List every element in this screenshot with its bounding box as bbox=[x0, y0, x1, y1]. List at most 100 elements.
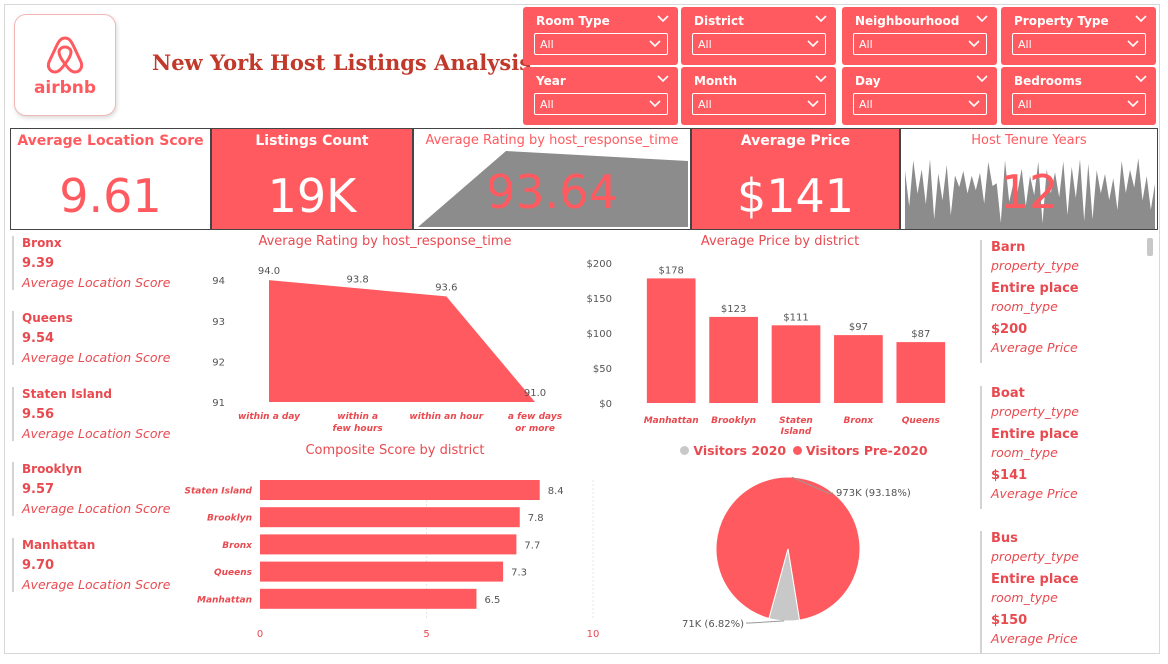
y-category-label: Brooklyn bbox=[207, 514, 252, 524]
x-category-label: few hours bbox=[333, 424, 384, 434]
kpi-location-score: Average Location Score 9.61 bbox=[10, 128, 211, 230]
location-district-name: Staten Island bbox=[22, 387, 113, 401]
location-score-label: Average Location Score bbox=[22, 350, 171, 365]
property-list-scrollbar[interactable] bbox=[1147, 238, 1153, 256]
room-type-value: Entire place bbox=[991, 281, 1079, 296]
location-score-value: 9.56 bbox=[22, 407, 55, 422]
slicer-property-type-value: All bbox=[1018, 38, 1032, 51]
rating-data-label: 91.0 bbox=[524, 388, 546, 399]
property-card: Bus property_type Entire place room_type $15… bbox=[980, 531, 1145, 654]
kpi-average-rating: Average Rating by host_response_time 93.… bbox=[413, 128, 691, 230]
location-card: Staten Island 9.56 Average Location Score bbox=[12, 387, 202, 441]
price-bar bbox=[646, 278, 696, 403]
chevron-down-icon[interactable] bbox=[656, 73, 670, 85]
price-data-label: $87 bbox=[911, 329, 930, 340]
slicer-property-type-dropdown[interactable]: All bbox=[1012, 33, 1146, 55]
x-category-label: Staten bbox=[779, 416, 813, 426]
y-category-label: Bronx bbox=[222, 541, 253, 551]
y-tick-label: $0 bbox=[599, 399, 612, 410]
slicer-room-type-value: All bbox=[540, 38, 554, 51]
price-data-label: $111 bbox=[783, 312, 808, 323]
legend-dot-2020 bbox=[680, 446, 689, 455]
x-tick-label: 10 bbox=[587, 629, 600, 640]
price-bar bbox=[709, 316, 758, 403]
kpi-listings-count-title: Listings Count bbox=[255, 133, 369, 149]
slicer-district[interactable]: District All bbox=[681, 7, 836, 65]
slicer-day[interactable]: Day All bbox=[842, 67, 997, 125]
x-category-label: within a bbox=[337, 412, 378, 422]
composite-bar bbox=[260, 534, 517, 555]
average-price-label: Average Price bbox=[991, 631, 1078, 646]
property-type-value: Barn bbox=[991, 240, 1026, 255]
y-tick-label: $100 bbox=[587, 329, 612, 340]
kpi-listings-count: Listings Count 19K bbox=[211, 128, 413, 230]
pie-data-label: 71K (6.82%) bbox=[682, 619, 744, 630]
slicer-bedrooms[interactable]: Bedrooms All bbox=[1001, 67, 1156, 125]
slicer-neighbourhood[interactable]: Neighbourhood All bbox=[842, 7, 997, 65]
slicer-neighbourhood-dropdown[interactable]: All bbox=[853, 33, 987, 55]
property-type-label: property_type bbox=[991, 404, 1079, 419]
slicer-room-type[interactable]: Room Type All bbox=[523, 7, 678, 65]
rating-data-label: 94.0 bbox=[258, 266, 280, 277]
slicer-room-type-dropdown[interactable]: All bbox=[534, 33, 668, 55]
slicer-month-label: Month bbox=[694, 74, 738, 88]
slicer-district-value: All bbox=[698, 38, 712, 51]
composite-data-label: 7.3 bbox=[511, 568, 527, 579]
location-score-label: Average Location Score bbox=[22, 501, 171, 516]
rating-chart-title: Average Rating by host_response_time bbox=[258, 234, 512, 249]
chevron-down-icon[interactable] bbox=[814, 73, 828, 85]
y-category-label: Queens bbox=[214, 568, 253, 578]
pie-leader-line bbox=[746, 620, 785, 624]
chevron-down-icon[interactable] bbox=[814, 13, 828, 25]
chevron-down-icon[interactable] bbox=[975, 13, 989, 25]
location-score-label: Average Location Score bbox=[22, 426, 171, 441]
slicer-day-dropdown[interactable]: All bbox=[853, 93, 987, 115]
kpi-average-rating-value: 93.64 bbox=[486, 165, 618, 219]
rating-area bbox=[269, 280, 535, 402]
legend-dot-pre2020 bbox=[792, 446, 802, 455]
slicer-year-dropdown[interactable]: All bbox=[534, 93, 668, 115]
composite-bar bbox=[260, 480, 540, 500]
chevron-down-icon[interactable] bbox=[1134, 13, 1148, 25]
page-title: New York Host Listings Analysis bbox=[152, 50, 532, 75]
slicer-property-type[interactable]: Property Type All bbox=[1001, 7, 1156, 65]
chevron-down-icon bbox=[807, 40, 819, 48]
slicer-day-label: Day bbox=[855, 74, 881, 88]
location-district-name: Bronx bbox=[22, 236, 62, 250]
y-tick-label: $50 bbox=[593, 364, 612, 375]
chevron-down-icon bbox=[968, 40, 980, 48]
composite-data-label: 7.8 bbox=[528, 513, 544, 524]
kpi-location-score-title: Average Location Score bbox=[17, 133, 204, 149]
slicer-bedrooms-dropdown[interactable]: All bbox=[1012, 93, 1146, 115]
chevron-down-icon bbox=[1127, 100, 1139, 108]
room-type-label: room_type bbox=[991, 299, 1058, 314]
rating-data-label: 93.6 bbox=[435, 282, 457, 293]
airbnb-logo: airbnb bbox=[14, 14, 116, 116]
property-type-label: property_type bbox=[991, 549, 1079, 564]
x-category-label: Bronx bbox=[844, 416, 875, 426]
price-by-district-chart: $0 $50 $100 $150 $200 $178 Manhattan $123 Brookl… bbox=[587, 259, 946, 437]
kpi-host-tenure: Host Tenure Years 12 bbox=[900, 128, 1158, 230]
location-score-value: 9.54 bbox=[22, 331, 55, 346]
slicer-year[interactable]: Year All bbox=[523, 67, 678, 125]
y-tick-label: 94 bbox=[212, 276, 225, 287]
composite-data-label: 7.7 bbox=[524, 540, 540, 551]
y-tick-label: $200 bbox=[587, 259, 612, 270]
average-price-value: $141 bbox=[991, 468, 1028, 483]
chevron-down-icon[interactable] bbox=[975, 73, 989, 85]
location-score-label: Average Location Score bbox=[22, 275, 171, 290]
slicer-district-dropdown[interactable]: All bbox=[692, 33, 826, 55]
x-category-label: Brooklyn bbox=[711, 416, 756, 426]
chevron-down-icon[interactable] bbox=[656, 13, 670, 25]
chevron-down-icon[interactable] bbox=[1134, 73, 1148, 85]
y-tick-label: 92 bbox=[212, 357, 225, 368]
y-tick-label: $150 bbox=[587, 294, 612, 305]
kpi-average-price: Average Price $141 bbox=[691, 128, 900, 230]
slicer-month[interactable]: Month All bbox=[681, 67, 836, 125]
y-category-label: Staten Island bbox=[184, 487, 252, 497]
pie-data-label: 973K (93.18%) bbox=[836, 488, 911, 499]
property-card: Boat property_type Entire place room_type $1… bbox=[980, 386, 1145, 509]
property-type-label: property_type bbox=[991, 258, 1079, 273]
slicer-month-dropdown[interactable]: All bbox=[692, 93, 826, 115]
rating-data-label: 93.8 bbox=[347, 274, 369, 285]
